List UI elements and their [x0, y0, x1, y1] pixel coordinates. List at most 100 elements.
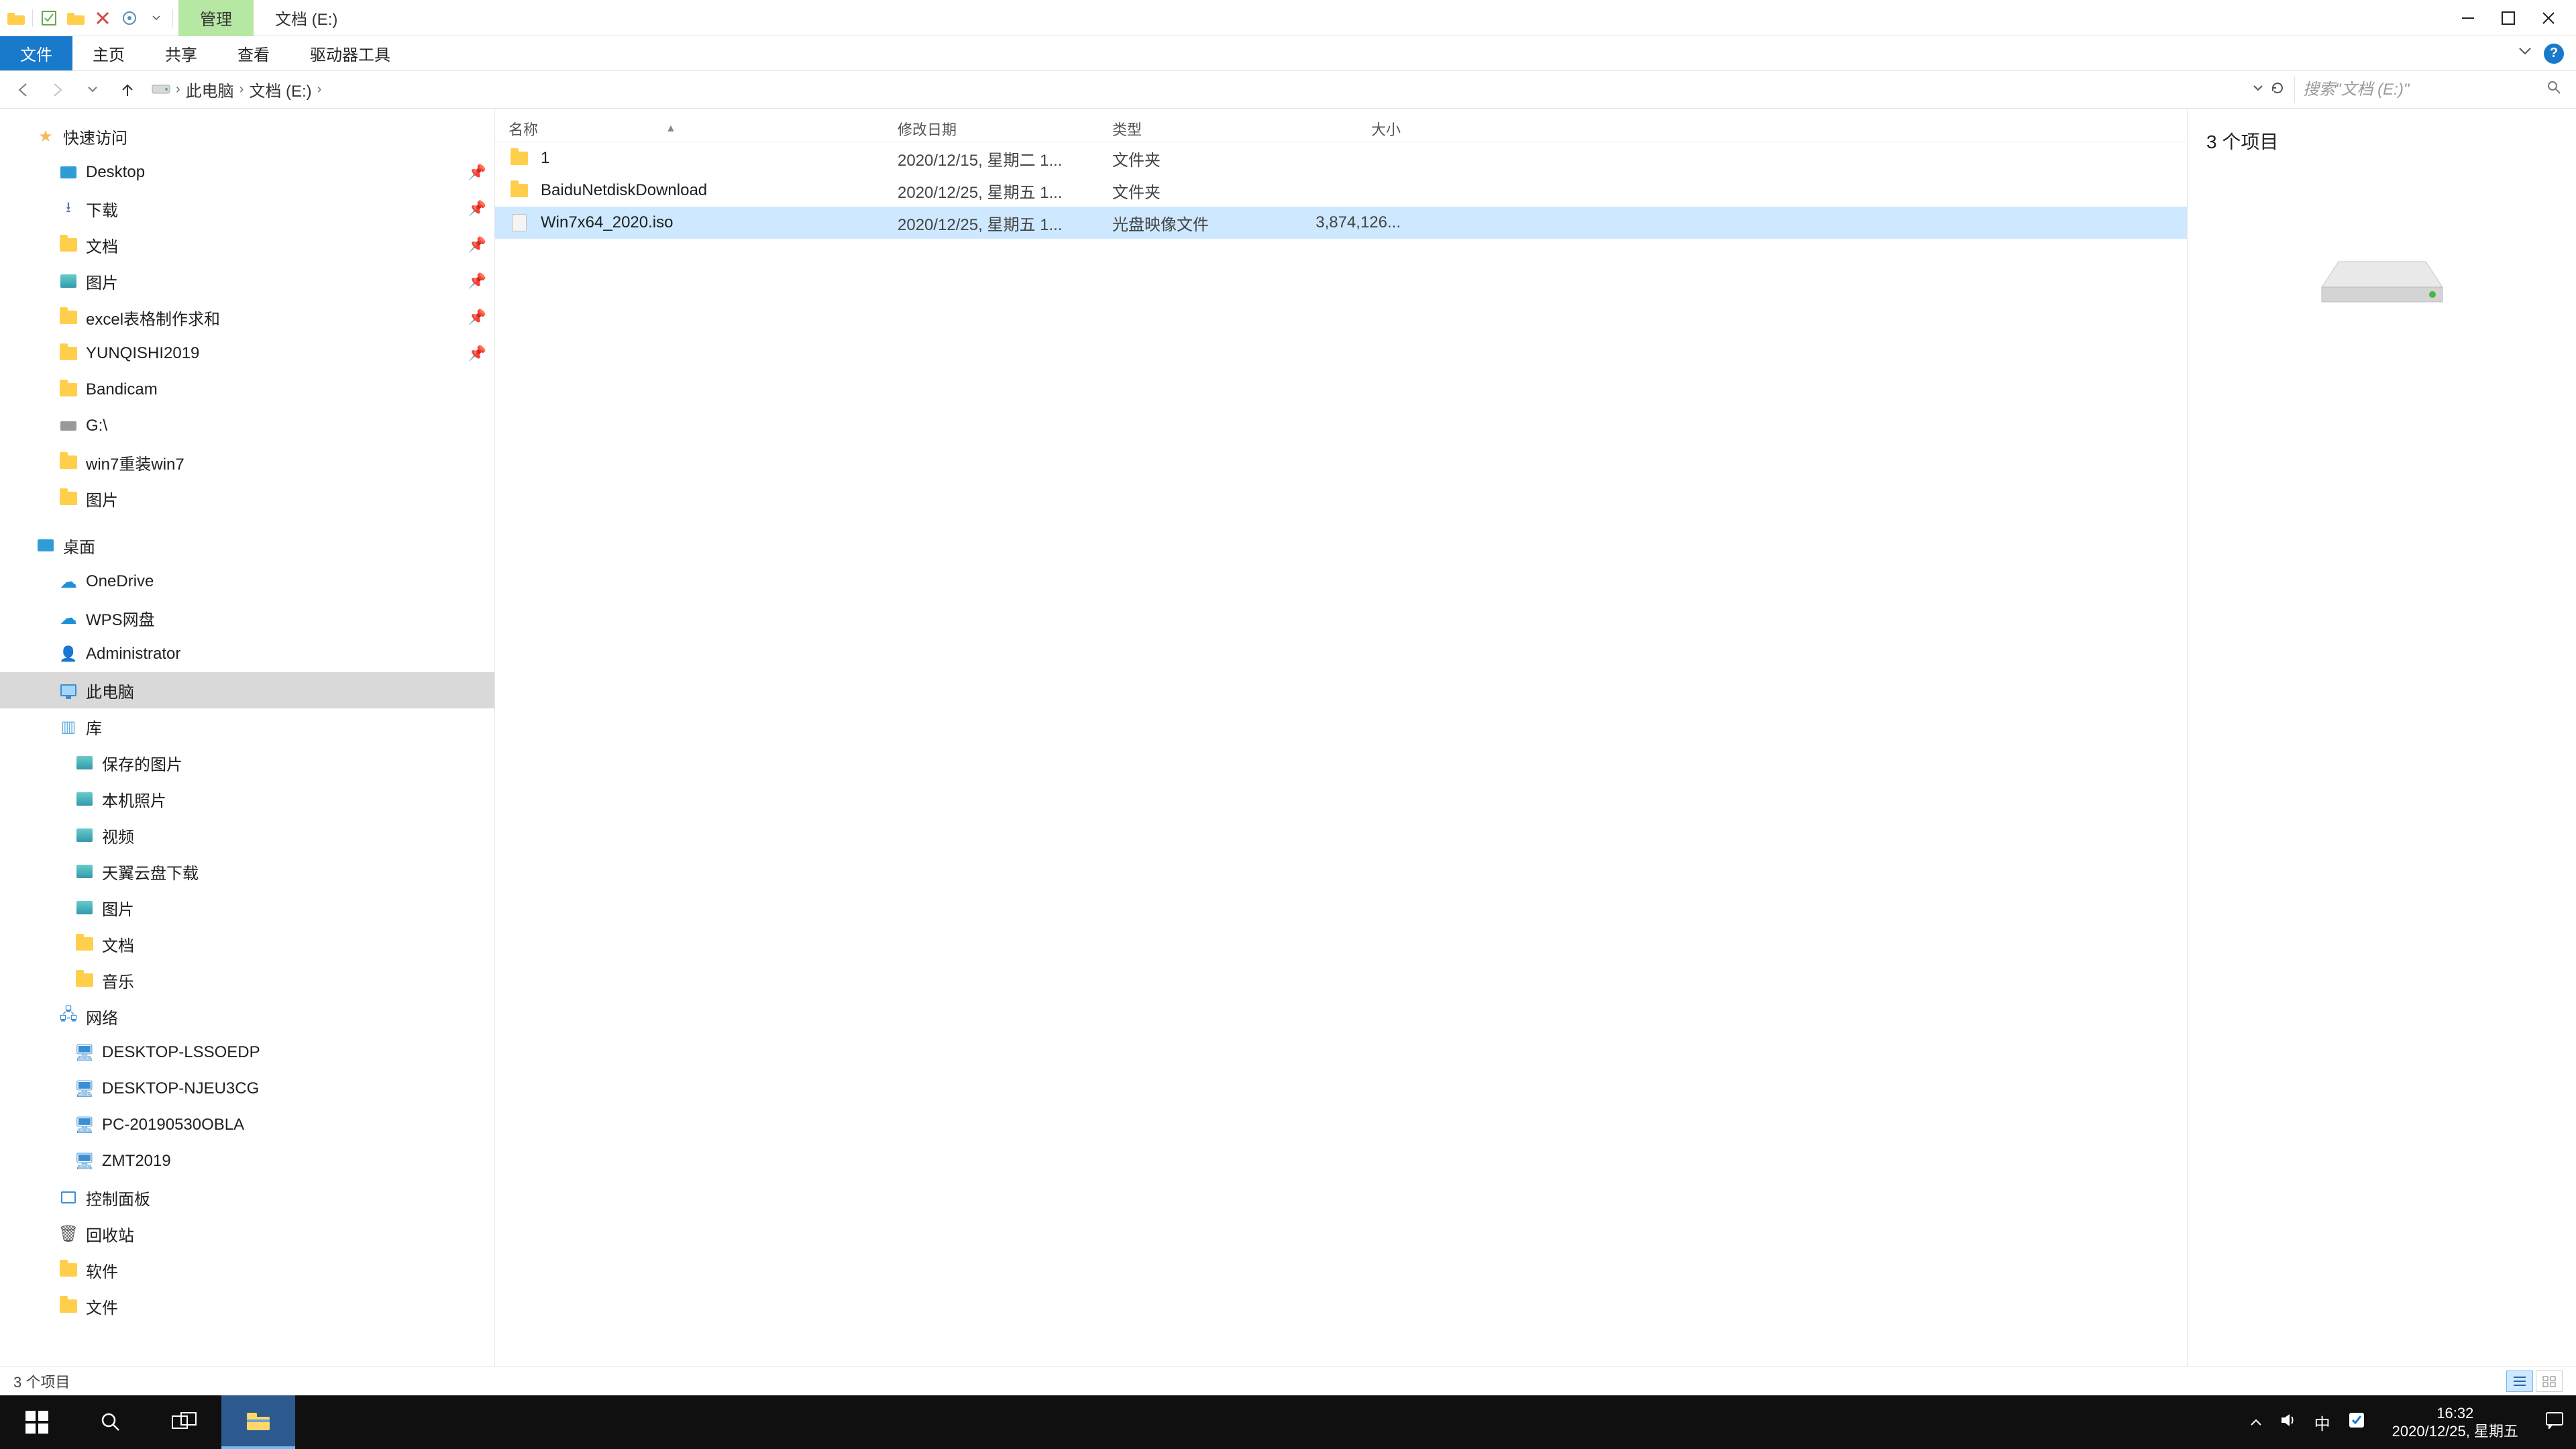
tree-item[interactable]: ★快速访问: [0, 118, 494, 154]
search-input[interactable]: [2303, 80, 2540, 99]
qat-new-folder-icon[interactable]: [65, 7, 87, 29]
tree-item[interactable]: ☁OneDrive: [0, 564, 494, 600]
tray-security-icon[interactable]: [2348, 1411, 2365, 1433]
tree-item-label: excel表格制作求和: [86, 306, 220, 329]
tree-item-label: 音乐: [102, 969, 134, 992]
ribbon-share[interactable]: 共享: [145, 36, 217, 70]
tree-item[interactable]: ☁WPS网盘: [0, 600, 494, 636]
tree-item[interactable]: 图片: [0, 480, 494, 517]
qat-dropdown-icon[interactable]: [146, 7, 167, 29]
folder-icon: [508, 180, 530, 201]
taskbar-clock[interactable]: 16:32 2020/12/25, 星期五: [2383, 1404, 2528, 1441]
tree-item[interactable]: 保存的图片: [0, 745, 494, 781]
taskbar-explorer[interactable]: [221, 1395, 295, 1449]
crumb-drive[interactable]: 文档 (E:): [249, 78, 311, 101]
tree-item[interactable]: G:\: [0, 408, 494, 444]
nav-forward-button[interactable]: [42, 76, 74, 103]
tree-item[interactable]: 控制面板: [0, 1179, 494, 1216]
nav-back-button[interactable]: [7, 76, 39, 103]
ribbon-expand-icon[interactable]: [2518, 47, 2532, 60]
tree-item[interactable]: 🖧网络: [0, 998, 494, 1034]
tree-item[interactable]: 👤Administrator: [0, 636, 494, 672]
ribbon-file[interactable]: 文件: [0, 36, 72, 70]
qat-properties-icon[interactable]: [38, 7, 60, 29]
qat-delete-icon[interactable]: [92, 7, 113, 29]
column-headers[interactable]: 名称 ▲ 修改日期 类型 大小: [495, 115, 2187, 142]
qat-settings-icon[interactable]: [119, 7, 140, 29]
qat-app-icon[interactable]: [5, 7, 27, 29]
file-type: 文件夹: [1112, 179, 1287, 203]
tree-item[interactable]: 🖥DESKTOP-LSSOEDP: [0, 1034, 494, 1071]
tree-item[interactable]: 本机照片: [0, 781, 494, 817]
breadcrumb[interactable]: › 此电脑 › 文档 (E:) ›: [146, 78, 2243, 101]
maximize-button[interactable]: [2500, 9, 2517, 27]
tree-item[interactable]: 图片: [0, 890, 494, 926]
computer-icon: 🖥: [75, 1079, 94, 1098]
chevron-right-icon[interactable]: ›: [176, 82, 180, 97]
file-row[interactable]: 12020/12/15, 星期二 1...文件夹: [495, 142, 2187, 174]
nav-history-dropdown[interactable]: [76, 76, 109, 103]
tray-ime[interactable]: 中: [2314, 1411, 2330, 1434]
tree-item[interactable]: YUNQISHI2019📌: [0, 335, 494, 372]
tree-item[interactable]: 🖥ZMT2019: [0, 1143, 494, 1179]
tree-item[interactable]: excel表格制作求和📌: [0, 299, 494, 335]
minimize-button[interactable]: [2459, 9, 2477, 27]
sort-asc-icon[interactable]: ▲: [665, 123, 676, 135]
col-name[interactable]: 名称: [508, 118, 538, 140]
tree-item[interactable]: 🖥PC-20190530OBLA: [0, 1107, 494, 1143]
tab-manage[interactable]: 管理: [178, 0, 254, 36]
file-name: BaiduNetdiskDownload: [541, 181, 707, 200]
tree-item[interactable]: 🗑回收站: [0, 1216, 494, 1252]
tree-item[interactable]: 文档: [0, 926, 494, 962]
tree-item[interactable]: 软件: [0, 1252, 494, 1288]
nav-tree[interactable]: ★快速访问Desktop📌⭳下载📌文档📌图片📌excel表格制作求和📌YUNQI…: [0, 109, 495, 1366]
col-date[interactable]: 修改日期: [898, 118, 1112, 140]
view-details-button[interactable]: [2506, 1371, 2533, 1392]
tray-overflow-icon[interactable]: [2250, 1413, 2262, 1431]
tree-item[interactable]: 桌面: [0, 527, 494, 564]
tree-item[interactable]: win7重装win7: [0, 444, 494, 480]
recycle-bin-icon: 🗑: [59, 1224, 78, 1243]
image-icon: [75, 898, 94, 917]
tree-item-label: 图片: [86, 270, 118, 293]
crumb-this-pc[interactable]: 此电脑: [186, 78, 234, 101]
tree-item[interactable]: Desktop📌: [0, 154, 494, 191]
tree-item[interactable]: 🖥DESKTOP-NJEU3CG: [0, 1071, 494, 1107]
tree-item[interactable]: 文件: [0, 1288, 494, 1324]
nav-up-button[interactable]: [111, 76, 144, 103]
folder-icon: [59, 1260, 78, 1279]
action-center-icon[interactable]: [2545, 1411, 2564, 1433]
chevron-right-icon[interactable]: ›: [317, 82, 322, 97]
refresh-icon[interactable]: [2270, 80, 2285, 99]
tree-item[interactable]: 此电脑: [0, 672, 494, 708]
col-type[interactable]: 类型: [1112, 118, 1287, 140]
search-icon[interactable]: [2546, 80, 2561, 99]
file-row[interactable]: BaiduNetdiskDownload2020/12/25, 星期五 1...…: [495, 174, 2187, 207]
file-row[interactable]: Win7x64_2020.iso2020/12/25, 星期五 1...光盘映像…: [495, 207, 2187, 239]
start-button[interactable]: [0, 1395, 74, 1449]
search-input-wrap[interactable]: [2294, 76, 2569, 103]
address-dropdown-icon[interactable]: [2253, 84, 2263, 96]
task-view-button[interactable]: [148, 1395, 221, 1449]
ribbon-view[interactable]: 查看: [217, 36, 290, 70]
tray-volume-icon[interactable]: [2279, 1412, 2297, 1432]
pin-icon: 📌: [468, 164, 486, 181]
tree-item[interactable]: ▥库: [0, 708, 494, 745]
ribbon-drive-tools[interactable]: 驱动器工具: [290, 36, 411, 70]
col-size[interactable]: 大小: [1287, 118, 1401, 140]
tree-item[interactable]: ⭳下载📌: [0, 191, 494, 227]
tree-item[interactable]: 视频: [0, 817, 494, 853]
chevron-right-icon[interactable]: ›: [239, 82, 244, 97]
view-icons-button[interactable]: [2536, 1371, 2563, 1392]
tree-item-label: 文档: [102, 932, 134, 956]
taskbar-search[interactable]: [74, 1395, 148, 1449]
tree-item-label: 桌面: [63, 534, 95, 557]
tree-item[interactable]: Bandicam: [0, 372, 494, 408]
ribbon-home[interactable]: 主页: [72, 36, 145, 70]
tree-item[interactable]: 音乐: [0, 962, 494, 998]
tree-item[interactable]: 图片📌: [0, 263, 494, 299]
tree-item[interactable]: 文档📌: [0, 227, 494, 263]
help-icon[interactable]: ?: [2544, 44, 2564, 64]
tree-item[interactable]: 天翼云盘下载: [0, 853, 494, 890]
close-button[interactable]: [2540, 9, 2557, 27]
